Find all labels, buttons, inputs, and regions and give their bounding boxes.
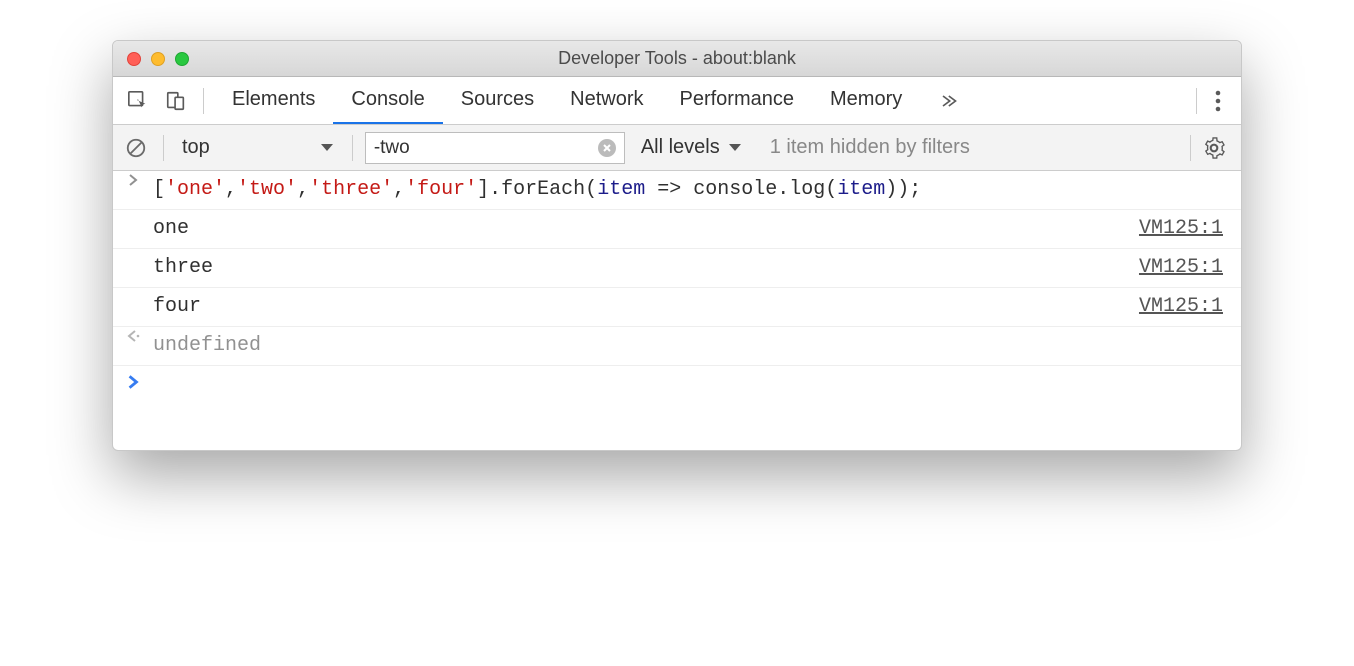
output-chevron-icon [127, 329, 153, 343]
divider [1196, 88, 1197, 114]
input-chevron-icon [127, 173, 153, 187]
source-link[interactable]: VM125:1 [1139, 290, 1227, 324]
tab-elements[interactable]: Elements [214, 77, 333, 124]
prompt-chevron-icon [127, 374, 153, 390]
filter-input[interactable]: -two [365, 132, 625, 164]
settings-gear-icon[interactable] [1203, 133, 1233, 163]
tab-memory[interactable]: Memory [812, 77, 920, 124]
kebab-menu-icon[interactable] [1178, 88, 1233, 114]
console-toolbar: top -two All levels 1 item hidden by fil… [113, 125, 1241, 171]
log-text[interactable]: four [153, 290, 1139, 324]
context-selector[interactable]: top [176, 136, 340, 159]
more-tabs-chevron-icon[interactable] [938, 91, 958, 111]
divider [163, 135, 164, 161]
return-value[interactable]: undefined [153, 329, 1227, 363]
console-log-row: four VM125:1 [113, 288, 1241, 327]
source-link[interactable]: VM125:1 [1139, 212, 1227, 246]
divider [203, 88, 204, 114]
tab-network[interactable]: Network [552, 77, 661, 124]
clear-console-icon[interactable] [121, 133, 151, 163]
filter-value: -two [374, 137, 598, 159]
tab-sources[interactable]: Sources [443, 77, 552, 124]
log-text[interactable]: three [153, 251, 1139, 285]
tabs: Elements Console Sources Network Perform… [214, 77, 920, 124]
log-text[interactable]: one [153, 212, 1139, 246]
window-title: Developer Tools - about:blank [113, 48, 1241, 69]
tab-performance[interactable]: Performance [662, 77, 813, 124]
console-log-row: one VM125:1 [113, 210, 1241, 249]
titlebar: Developer Tools - about:blank [113, 41, 1241, 77]
tab-console[interactable]: Console [333, 77, 442, 124]
log-level-selector[interactable]: All levels [641, 136, 742, 159]
console-return-row: undefined [113, 327, 1241, 366]
dropdown-triangle-icon [320, 143, 334, 153]
divider [1190, 135, 1191, 161]
source-link[interactable]: VM125:1 [1139, 251, 1227, 285]
console-log-row: three VM125:1 [113, 249, 1241, 288]
inspect-element-icon[interactable] [121, 84, 155, 118]
tabbar: Elements Console Sources Network Perform… [113, 77, 1241, 125]
levels-label: All levels [641, 136, 720, 159]
hidden-by-filters-text: 1 item hidden by filters [770, 136, 1178, 159]
console-input-prompt[interactable] [113, 366, 1241, 450]
device-toolbar-icon[interactable] [159, 84, 193, 118]
devtools-window: Developer Tools - about:blank Elements C… [112, 40, 1242, 451]
clear-filter-icon[interactable] [598, 139, 616, 157]
divider [352, 135, 353, 161]
console-command-row: ['one','two','three','four'].forEach(ite… [113, 171, 1241, 210]
command-text[interactable]: ['one','two','three','four'].forEach(ite… [153, 173, 1227, 207]
context-value: top [182, 136, 210, 159]
console-output-area[interactable]: ['one','two','three','four'].forEach(ite… [113, 171, 1241, 450]
